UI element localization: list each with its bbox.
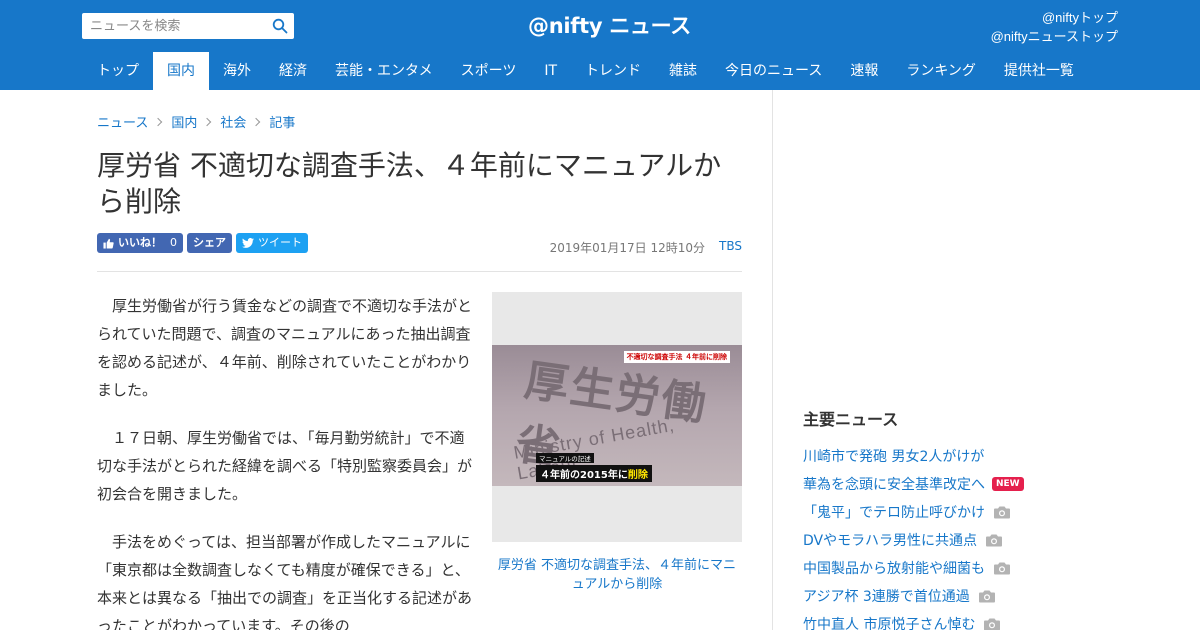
tv-caption-top: 不適切な調査手法 ４年前に削除	[623, 351, 730, 363]
search-input[interactable]	[82, 13, 262, 39]
article-photo: 厚生労働省 Ministry of Health, Labour 不適切な調査手…	[492, 345, 742, 486]
tab-breaking[interactable]: 速報	[836, 52, 892, 90]
article-meta: 2019年01月17日 12時10分 TBS	[550, 239, 742, 256]
breadcrumb-society[interactable]: 社会	[220, 112, 246, 131]
article-paragraph: 厚生労働省が行う賃金などの調査で不適切な手法がとられていた問題で、調査のマニュア…	[97, 297, 473, 399]
headline-item[interactable]: 川崎市で発砲 男女2人がけが	[803, 442, 1103, 470]
nifty-news-top-link[interactable]: @niftyニューストップ	[991, 27, 1118, 46]
tab-today-news[interactable]: 今日のニュース	[711, 52, 836, 90]
article-paragraph: 手法をめぐっては、担当部署が作成したマニュアルに「東京都は全数調査しなくても精度…	[97, 533, 473, 630]
tv-caption-main-prefix: ４年前の2015年に	[540, 470, 628, 481]
tweet-button[interactable]: ツイート	[236, 233, 308, 253]
tab-sports[interactable]: スポーツ	[447, 52, 531, 90]
sidebar-divider	[772, 90, 773, 630]
like-label: いいね！	[118, 236, 162, 249]
tab-top[interactable]: トップ	[83, 52, 153, 90]
tweet-label: ツイート	[258, 236, 302, 249]
article-title: 厚労省 不適切な調査手法、４年前にマニュアルから削除	[97, 149, 722, 218]
camera-icon	[985, 534, 1002, 546]
headline-item[interactable]: 華為を念頭に安全基準改定へ NEW	[803, 470, 1103, 498]
camera-icon	[994, 506, 1010, 518]
tab-ranking[interactable]: ランキング	[892, 52, 990, 90]
headline-list: 川崎市で発砲 男女2人がけが 華為を念頭に安全基準改定へ NEW 「鬼平」でテロ防止呼…	[803, 442, 1103, 630]
tab-economy[interactable]: 経済	[265, 52, 321, 90]
camera-icon	[984, 618, 1001, 630]
search-icon[interactable]	[272, 18, 288, 34]
social-buttons: いいね！ 0 シェア ツイート	[97, 233, 308, 253]
tv-caption-main: ４年前の2015年に削除	[536, 465, 652, 482]
headline-item[interactable]: DVやモラハラ男性に共通点	[803, 526, 1103, 554]
article-body: 厚生労働省が行う賃金などの調査で不適切な手法がとられていた問題で、調査のマニュア…	[97, 292, 477, 630]
camera-icon	[978, 590, 995, 602]
breadcrumb-article[interactable]: 記事	[269, 112, 295, 131]
breadcrumb-domestic[interactable]: 国内	[171, 112, 197, 131]
chevron-right-icon	[203, 117, 212, 126]
global-nav: トップ 国内 海外 経済 芸能・エンタメ スポーツ IT トレンド 雑誌 今日の…	[83, 52, 1088, 90]
sidebar: 主要ニュース 川崎市で発砲 男女2人がけが 華為を念頭に安全基準改定へ NEW 「鬼平…	[803, 406, 1103, 630]
like-count: 0	[170, 236, 177, 249]
global-header: @nifty ニュース @niftyトップ @niftyニューストップ トップ …	[0, 0, 1200, 90]
headline-text: 竹中直人 市原悦子さん悼む	[803, 617, 976, 630]
tab-providers[interactable]: 提供社一覧	[990, 52, 1088, 90]
like-button[interactable]: いいね！ 0	[97, 233, 183, 253]
headline-text: 「鬼平」でテロ防止呼びかけ	[803, 505, 985, 521]
share-button[interactable]: シェア	[187, 233, 232, 253]
article-source[interactable]: TBS	[719, 239, 742, 256]
tv-caption-main-highlight: 削除	[627, 470, 648, 481]
chevron-right-icon	[154, 117, 163, 126]
article-figure: 厚生労働省 Ministry of Health, Labour 不適切な調査手…	[492, 292, 742, 594]
headline-text: 中国製品から放射能や細菌も	[803, 561, 985, 577]
twitter-bird-icon	[242, 238, 254, 248]
breadcrumb-news[interactable]: ニュース	[97, 112, 148, 131]
tab-entertainment[interactable]: 芸能・エンタメ	[321, 52, 447, 90]
header-links: @niftyトップ @niftyニューストップ	[991, 8, 1118, 46]
headline-item[interactable]: 中国製品から放射能や細菌も	[803, 554, 1103, 582]
thumbs-up-icon	[103, 238, 114, 249]
headline-text: 華為を念頭に安全基準改定へ	[803, 477, 985, 493]
tab-overseas[interactable]: 海外	[209, 52, 265, 90]
nifty-top-link[interactable]: @niftyトップ	[991, 8, 1118, 27]
headline-text: アジア杯 3連勝で首位通過	[803, 589, 970, 605]
headline-text: DVやモラハラ男性に共通点	[803, 533, 977, 549]
tv-caption-small: マニュアルの記述	[536, 453, 594, 463]
chevron-right-icon	[252, 117, 261, 126]
headline-text: 川崎市で発砲 男女2人がけが	[803, 449, 985, 465]
search-box	[82, 13, 294, 39]
camera-icon	[994, 562, 1010, 574]
sidebar-heading: 主要ニュース	[803, 410, 899, 429]
divider	[97, 271, 742, 272]
breadcrumb: ニュース 国内 社会 記事	[97, 112, 295, 131]
headline-item[interactable]: 竹中直人 市原悦子さん悼む	[803, 610, 1103, 630]
article-date: 2019年01月17日 12時10分	[549, 241, 706, 255]
article-image-frame[interactable]: 厚生労働省 Ministry of Health, Labour 不適切な調査手…	[492, 292, 742, 542]
headline-item[interactable]: アジア杯 3連勝で首位通過	[803, 582, 1103, 610]
headline-item[interactable]: 「鬼平」でテロ防止呼びかけ	[803, 498, 1103, 526]
tab-it[interactable]: IT	[530, 52, 571, 90]
site-logo[interactable]: @nifty ニュース	[528, 10, 691, 40]
tab-trend[interactable]: トレンド	[571, 52, 655, 90]
tab-magazine[interactable]: 雑誌	[655, 52, 711, 90]
tab-domestic[interactable]: 国内	[153, 52, 209, 90]
article-paragraph: １７日朝、厚生労働省では、「毎月勤労統計」で不適切な手法がとられた経緯を調べる「…	[97, 429, 473, 503]
new-badge: NEW	[992, 477, 1024, 491]
figure-caption[interactable]: 厚労省 不適切な調査手法、４年前にマニュアルから削除	[492, 556, 742, 594]
